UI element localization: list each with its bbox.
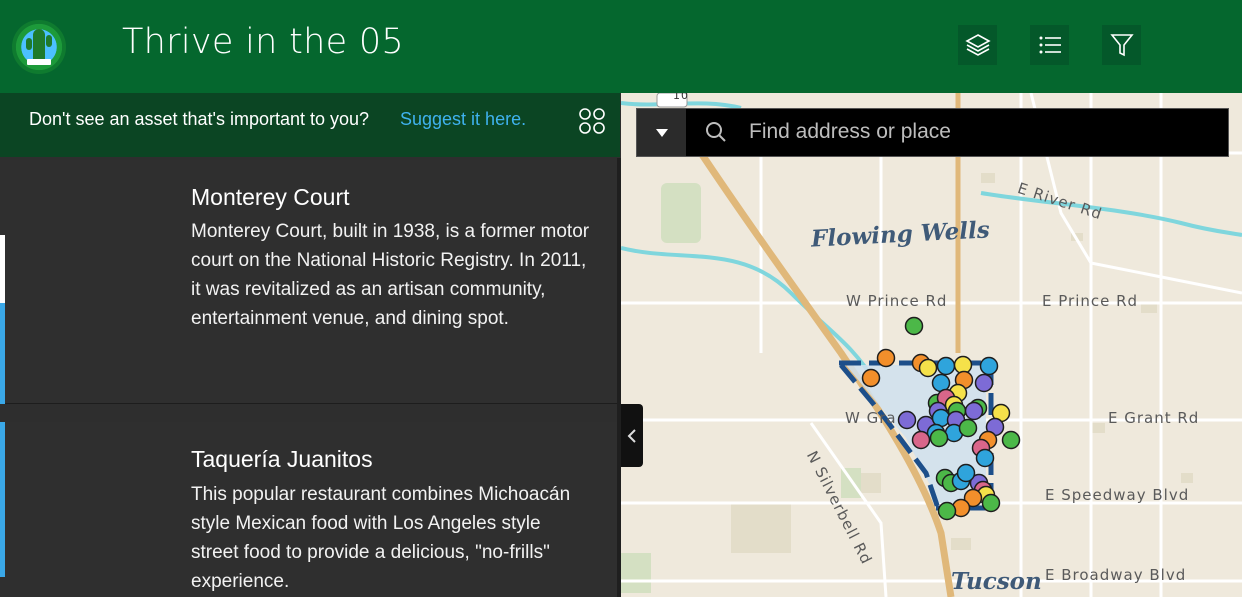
asset-marker[interactable]: [1001, 430, 1021, 450]
search-icon: [706, 122, 726, 142]
map-road-label: W Prince Rd: [846, 292, 948, 310]
search-source-dropdown[interactable]: [637, 109, 686, 156]
asset-marker[interactable]: [964, 401, 984, 421]
asset-marker[interactable]: [904, 316, 924, 336]
asset-marker[interactable]: [979, 356, 999, 376]
collapse-panel-button[interactable]: [621, 404, 643, 467]
layers-button[interactable]: [958, 25, 997, 65]
asset-description: This popular restaurant combines Michoac…: [191, 484, 571, 592]
map-road-label: E Prince Rd: [1042, 292, 1139, 310]
suggest-link[interactable]: Suggest it here.: [400, 109, 526, 130]
highway-label: 10: [673, 93, 689, 102]
chevron-left-icon: [627, 428, 636, 443]
asset-marker[interactable]: [897, 410, 917, 430]
asset-marker[interactable]: [861, 368, 881, 388]
asset-marker[interactable]: [958, 418, 978, 438]
asset-marker[interactable]: [937, 501, 957, 521]
layers-icon: [964, 34, 991, 56]
suggest-question: Don't see an asset that's important to y…: [29, 109, 370, 129]
asset-marker[interactable]: [929, 428, 949, 448]
asset-markers[interactable]: [621, 93, 1242, 597]
grid-view-icon[interactable]: [578, 107, 606, 135]
map-view[interactable]: 10 E River Rd Flowing Wells W Prince Rd …: [621, 93, 1242, 597]
app-title: Thrive in the 05: [122, 22, 404, 62]
card-accent: [0, 422, 5, 577]
asset-marker[interactable]: [918, 358, 938, 378]
search-input[interactable]: [749, 119, 1209, 145]
map-place-label: Tucson: [951, 568, 1042, 595]
map-road-label: E Grant Rd: [1108, 409, 1200, 427]
asset-marker[interactable]: [956, 463, 976, 483]
list-button[interactable]: [1030, 25, 1069, 65]
filter-button[interactable]: [1102, 25, 1141, 65]
thrive-logo-icon[interactable]: [12, 20, 66, 74]
asset-marker[interactable]: [975, 448, 995, 468]
map-road-label: E Broadway Blvd: [1045, 566, 1187, 584]
asset-title: Monterey Court: [191, 184, 350, 210]
map-road-label: W Gra: [845, 409, 897, 427]
card-accent: [0, 303, 5, 404]
app-header: Thrive in the 05: [0, 0, 1242, 93]
asset-marker[interactable]: [876, 348, 896, 368]
asset-list-panel: Don't see an asset that's important to y…: [0, 93, 620, 597]
suggest-banner: Don't see an asset that's important to y…: [0, 93, 620, 157]
asset-marker[interactable]: [981, 493, 1001, 513]
asset-marker[interactable]: [936, 356, 956, 376]
filter-icon: [1109, 34, 1134, 57]
asset-title: Taquería Juanitos: [191, 446, 373, 472]
caret-down-icon: [655, 128, 668, 137]
card-accent: [0, 235, 5, 303]
list-icon: [1039, 36, 1061, 54]
asset-marker[interactable]: [911, 430, 931, 450]
asset-description: Monterey Court, built in 1938, is a form…: [191, 221, 590, 329]
search-bar: [636, 108, 1229, 157]
map-road-label: E Speedway Blvd: [1045, 486, 1190, 504]
asset-marker[interactable]: [974, 373, 994, 393]
asset-card[interactable]: Taquería Juanitos This popular restauran…: [0, 422, 618, 597]
asset-card[interactable]: Monterey Court Monterey Court, built in …: [0, 160, 618, 404]
